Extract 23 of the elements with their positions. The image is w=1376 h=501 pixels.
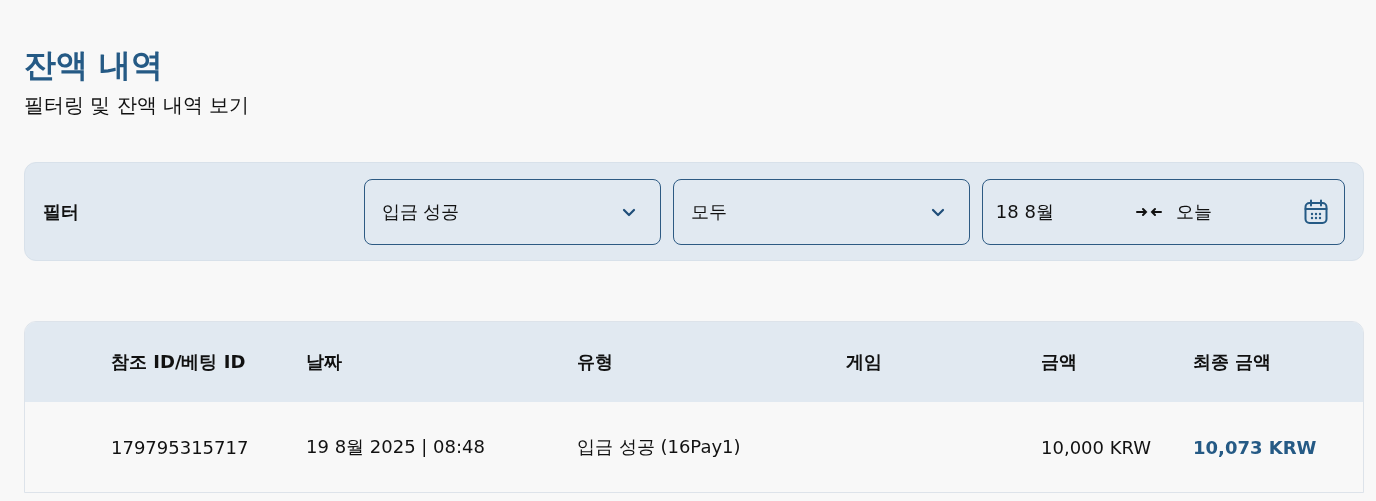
table-cell-text: 입금 성공 (16Pay1) bbox=[577, 435, 742, 459]
column-header: 참조 ID/베팅 ID bbox=[111, 350, 247, 374]
column-header: 게임 bbox=[846, 350, 883, 374]
calendar-icon bbox=[1304, 199, 1328, 225]
chevron-down-icon bbox=[930, 207, 945, 217]
date-to: 오늘 bbox=[1175, 200, 1212, 224]
column-header: 금액 bbox=[1041, 350, 1078, 374]
table-cell-text: 179795315717 bbox=[111, 436, 250, 458]
column-header: 유형 bbox=[577, 350, 614, 374]
chevron-down-icon bbox=[621, 207, 636, 217]
table-cell-text: 10,073 KRW bbox=[1193, 436, 1318, 458]
dropdown[interactable]: 입금 성공 bbox=[363, 179, 661, 245]
column-header: 최종 금액 bbox=[1193, 350, 1273, 374]
page-subtitle: 필터링 및 잔액 내역 보기 bbox=[24, 92, 251, 119]
table-cell-text: 19 8월 2025 | 08:48 bbox=[306, 435, 486, 459]
table-cell-text: 10,000 KRW bbox=[1041, 436, 1153, 458]
dropdown[interactable]: 모두 bbox=[672, 179, 970, 245]
arrows-icon bbox=[1135, 206, 1162, 218]
date-from: 18 8월 bbox=[995, 200, 1055, 224]
filter-label: 필터 bbox=[43, 200, 80, 224]
date-range-field[interactable]: 18 8월 오늘 bbox=[981, 179, 1345, 245]
column-header: 날짜 bbox=[306, 350, 343, 374]
page-title: 잔액 내역 bbox=[24, 45, 165, 86]
